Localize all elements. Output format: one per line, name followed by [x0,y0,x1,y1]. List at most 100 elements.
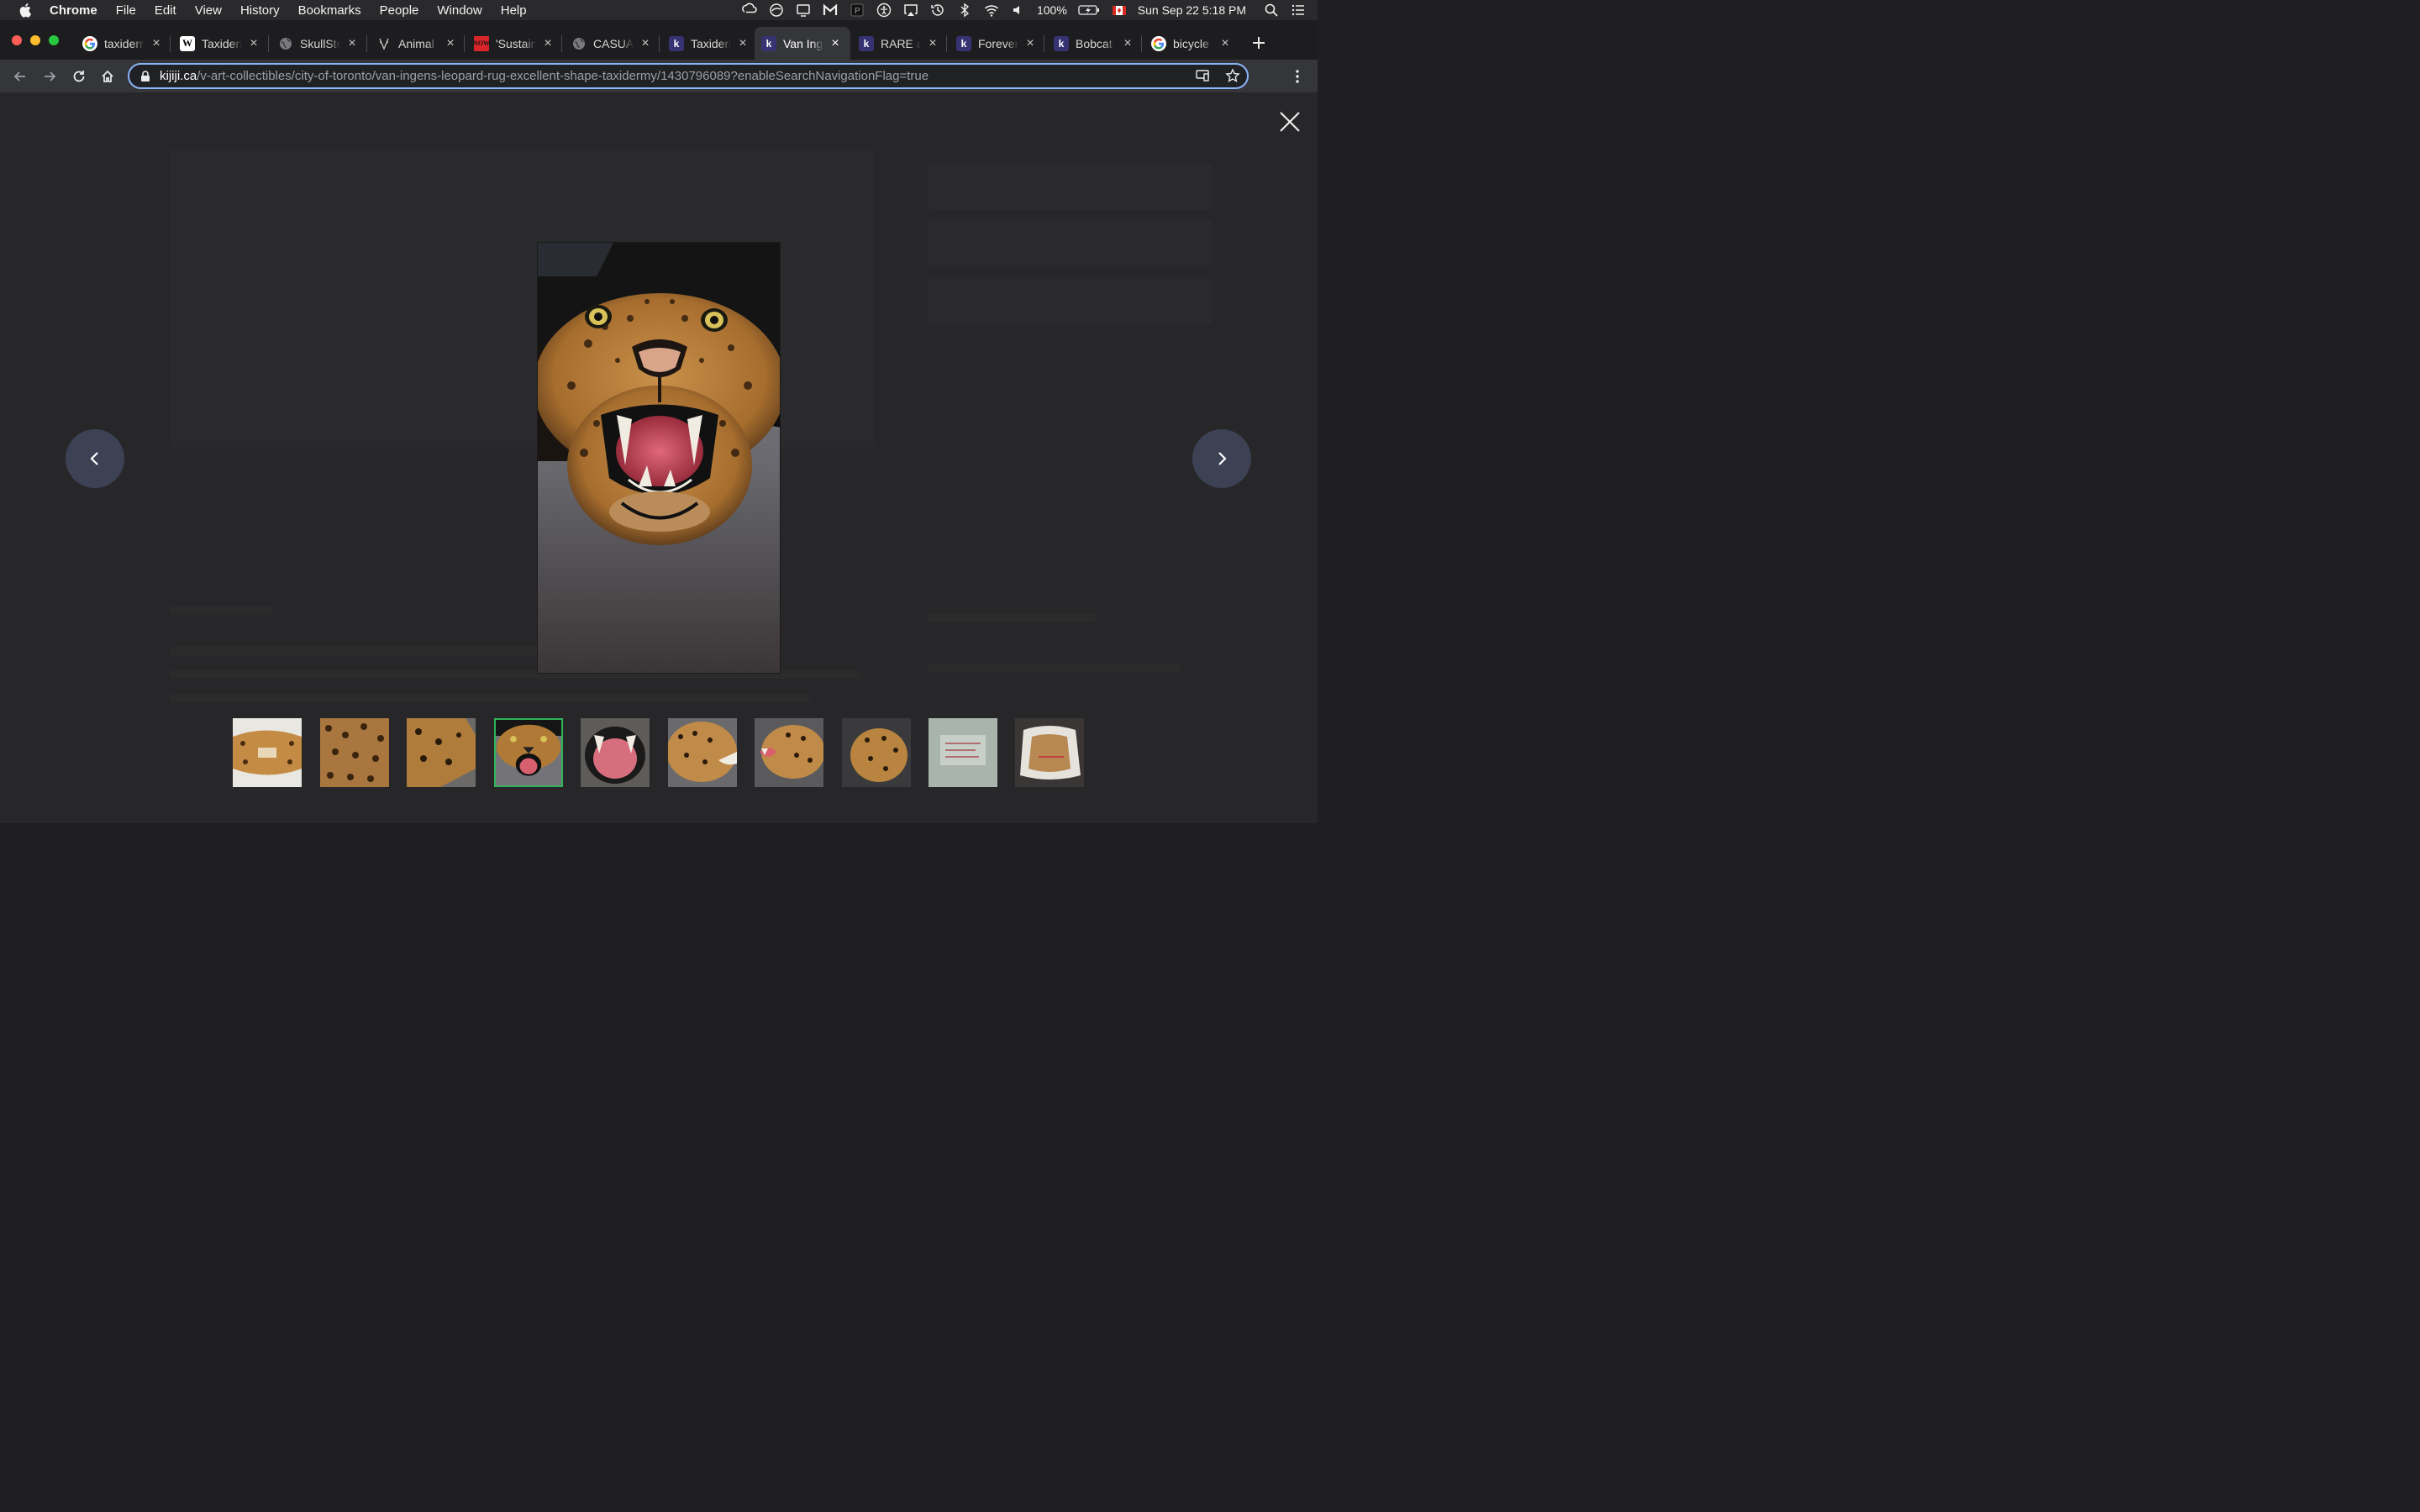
window-minimize-button[interactable] [30,35,40,45]
now-icon: NOW [473,35,490,51]
tab-taxidermy-google[interactable]: taxiderm × [76,27,170,60]
menu-chrome[interactable]: Chrome [50,3,97,18]
menu-file[interactable]: File [116,3,136,18]
close-icon[interactable]: × [1218,36,1232,50]
close-icon[interactable]: × [1023,36,1037,50]
macos-menubar: Chrome File Edit View History Bookmarks … [0,0,1318,20]
thumbnail-9[interactable] [929,718,997,787]
close-icon[interactable]: × [541,36,555,50]
tab-divider [561,35,562,52]
tab-sustain[interactable]: NOW 'Sustain × [467,27,561,60]
thumbnail-6[interactable] [668,718,737,787]
globe-icon [278,36,293,51]
creative-cloud-icon[interactable] [742,3,757,18]
forward-button[interactable] [39,66,60,87]
svg-text:P: P [855,7,860,16]
malwarebytes-icon[interactable] [823,3,838,18]
tab-divider [366,35,367,52]
reload-button[interactable] [69,66,89,87]
tab-skullstore[interactable]: SkullSto × [271,27,366,60]
tab-title: Bobcat [1076,36,1113,50]
close-icon[interactable]: × [444,36,457,50]
chrome-menu-button[interactable] [1289,66,1306,87]
canada-flag-icon[interactable] [1112,3,1127,18]
time-machine-icon[interactable] [930,3,945,18]
tab-rare[interactable]: k RARE a × [852,27,944,60]
globe-icon [571,36,587,51]
thumbnail-4-selected[interactable] [494,718,563,787]
wifi-icon[interactable] [984,3,999,18]
wikipedia-icon: W [180,35,195,51]
tab-divider [1141,35,1142,52]
kijiji-icon: k [956,35,971,51]
bookmark-star-icon[interactable] [1225,68,1240,87]
tab-casual[interactable]: CASUA × [565,27,659,60]
display-icon[interactable] [796,3,811,18]
close-icon[interactable]: × [829,36,842,50]
antler-icon [376,36,392,51]
thumbnail-5[interactable] [581,718,650,787]
thumbnail-8[interactable] [842,718,911,787]
window-zoom-button[interactable] [49,35,59,45]
thumbnail-10[interactable] [1015,718,1084,787]
menu-help[interactable]: Help [501,3,527,18]
tab-divider [659,35,660,52]
new-tab-button[interactable] [1249,33,1269,53]
tab-bicycle[interactable]: bicycle × [1144,27,1237,60]
notification-center-icon[interactable] [1291,3,1306,18]
home-button[interactable] [97,66,118,87]
menu-view[interactable]: View [195,3,222,18]
battery-icon[interactable] [1078,3,1100,18]
address-bar[interactable]: kijiji.ca/v-art-collectibles/city-of-tor… [128,63,1249,89]
tab-forever[interactable]: k Forever × [950,27,1042,60]
tab-taxidermy-kijiji[interactable]: k Taxiderm × [662,27,755,60]
apple-icon[interactable] [18,2,34,18]
tab-bobcat[interactable]: k Bobcat × [1047,27,1139,60]
lightbox-close-button[interactable] [1277,109,1302,134]
close-icon[interactable]: × [926,36,939,50]
menu-window[interactable]: Window [437,3,481,18]
accessibility-icon[interactable] [876,3,892,18]
tab-title: 'Sustain [496,36,536,50]
sync-icon[interactable] [769,3,784,18]
reload-icon [73,71,85,82]
tab-title: Taxiderm [202,36,242,50]
bluetooth-icon[interactable] [957,3,972,18]
app-p-icon[interactable]: P [850,3,865,18]
url-text[interactable]: kijiji.ca/v-art-collectibles/city-of-tor… [160,69,929,83]
tab-title: taxiderm [104,36,145,50]
window-close-button[interactable] [12,35,22,45]
thumbnail-1[interactable] [233,718,302,787]
thumbnail-2[interactable] [320,718,389,787]
close-icon[interactable]: × [639,36,652,50]
main-photo [537,242,781,674]
leopard-head-image [538,243,780,673]
menu-history[interactable]: History [240,3,280,18]
tab-divider [170,35,171,52]
close-icon[interactable]: × [150,36,163,50]
tab-taxidermy-wikipedia[interactable]: W Taxiderm × [173,27,267,60]
close-icon[interactable]: × [1121,36,1134,50]
volume-icon[interactable] [1011,3,1026,18]
url-path: /v-art-collectibles/city-of-toronto/van-… [197,69,929,83]
airplay-icon[interactable] [903,3,918,18]
browser-toolbar: kijiji.ca/v-art-collectibles/city-of-tor… [0,60,1318,92]
next-image-button[interactable] [1192,429,1251,488]
home-icon [102,70,113,82]
close-icon[interactable]: × [736,36,750,50]
spotlight-search-icon[interactable] [1264,3,1279,18]
previous-image-button[interactable] [66,429,124,488]
thumbnail-3[interactable] [407,718,476,787]
close-icon[interactable]: × [247,36,260,50]
cast-icon[interactable] [1195,68,1210,87]
tab-animal[interactable]: Animal × [370,27,464,60]
tab-divider [268,35,269,52]
menu-edit[interactable]: Edit [155,3,176,18]
back-button[interactable] [10,66,30,87]
close-icon[interactable]: × [345,36,359,50]
clock[interactable]: Sun Sep 22 5:18 PM [1138,3,1246,17]
menu-people[interactable]: People [380,3,419,18]
menu-bookmarks[interactable]: Bookmarks [298,3,361,18]
tab-van-ingens[interactable]: k Van Ing × [755,27,850,60]
thumbnail-7[interactable] [755,718,823,787]
